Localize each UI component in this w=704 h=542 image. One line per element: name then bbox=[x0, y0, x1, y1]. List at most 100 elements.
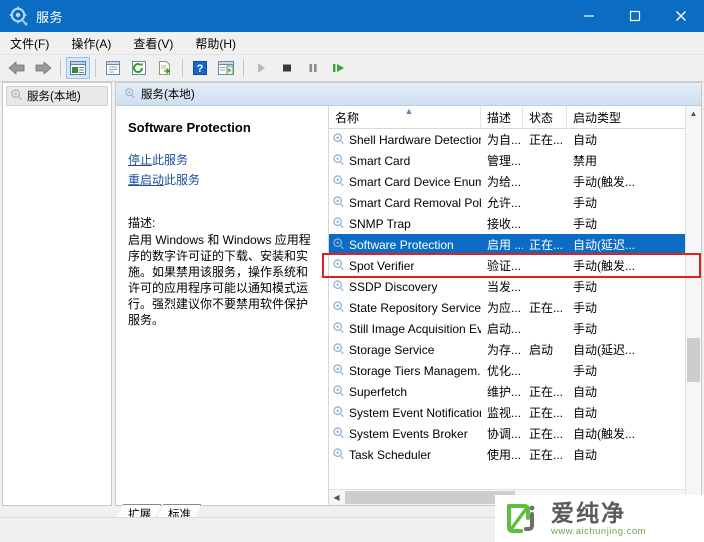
show-hide-tree-icon[interactable] bbox=[66, 57, 90, 79]
menu-help[interactable]: 帮助(H) bbox=[195, 35, 248, 52]
services-window: 服务 文件(F) 操作(A) 查看(V) 帮助(H) ? 服务(本地) 服务(本… bbox=[0, 0, 704, 542]
table-row[interactable]: Smart Card Device Enum... 为给... 手动(触发... bbox=[329, 171, 701, 192]
stop-service-icon[interactable] bbox=[275, 57, 299, 79]
cell-service-name: Smart Card Removal Poli... bbox=[329, 195, 481, 211]
cell-description: 允许... bbox=[487, 196, 522, 210]
table-row[interactable]: Storage Service 为存... 启动 自动(延迟... bbox=[329, 339, 701, 360]
back-icon[interactable] bbox=[5, 57, 29, 79]
cell-service-name: Still Image Acquisition Ev... bbox=[329, 321, 481, 337]
cell-status: 正在... bbox=[529, 385, 564, 399]
service-name-label: SNMP Trap bbox=[349, 216, 411, 231]
column-header-startup-type[interactable]: 启动类型 bbox=[567, 106, 637, 128]
start-service-icon[interactable] bbox=[249, 57, 273, 79]
table-row[interactable]: Smart Card 管理... 禁用 bbox=[329, 150, 701, 171]
services-gear-icon bbox=[332, 300, 345, 316]
restart-service-link[interactable]: 重启动此服务 bbox=[128, 171, 318, 188]
table-row[interactable]: SNMP Trap 接收... 手动 bbox=[329, 213, 701, 234]
cell-description: 优化... bbox=[487, 364, 522, 378]
cell-startup-type: 手动 bbox=[573, 280, 598, 294]
watermark-text: 爱纯净 www.aichunjing.com bbox=[551, 501, 646, 537]
refresh-icon[interactable] bbox=[127, 57, 151, 79]
services-gear-icon bbox=[332, 363, 345, 379]
table-row[interactable]: Spot Verifier 验证... 手动(触发... bbox=[329, 255, 701, 276]
scroll-left-icon[interactable]: ◀ bbox=[329, 493, 344, 502]
menu-action[interactable]: 操作(A) bbox=[71, 35, 123, 52]
vertical-scrollbar[interactable]: ▲ ▼ bbox=[685, 106, 701, 505]
table-row[interactable]: System Event Notification... 监视... 正在... 自动 bbox=[329, 402, 701, 423]
tree-node-services-local[interactable]: 服务(本地) bbox=[6, 86, 108, 106]
show-action-pane-icon[interactable] bbox=[214, 57, 238, 79]
cell-startup-type: 自动(延迟... bbox=[573, 343, 635, 357]
cell-service-name: SSDP Discovery bbox=[329, 279, 481, 295]
service-name-label: Still Image Acquisition Ev... bbox=[349, 321, 481, 336]
cell-description: 为自... bbox=[487, 133, 522, 147]
pane-header-label: 服务(本地) bbox=[141, 89, 195, 101]
service-name-label: Spot Verifier bbox=[349, 258, 415, 273]
column-header-name[interactable]: 名称 ▲ bbox=[329, 106, 481, 128]
table-row[interactable]: Shell Hardware Detection 为自... 正在... 自动 bbox=[329, 129, 701, 150]
table-row[interactable]: Still Image Acquisition Ev... 启动... 手动 bbox=[329, 318, 701, 339]
cell-startup-type: 手动 bbox=[573, 364, 598, 378]
vertical-scroll-thumb[interactable] bbox=[687, 338, 700, 382]
cell-service-name: Task Scheduler bbox=[329, 447, 481, 463]
table-row[interactable]: Storage Tiers Managem... 优化... 手动 bbox=[329, 360, 701, 381]
cell-service-name: System Events Broker bbox=[329, 426, 481, 442]
stop-service-link[interactable]: 停止此服务 bbox=[128, 151, 318, 168]
menu-view[interactable]: 查看(V) bbox=[133, 35, 185, 52]
horizontal-scroll-thumb[interactable] bbox=[345, 491, 515, 504]
services-gear-icon bbox=[332, 321, 345, 337]
column-header-description[interactable]: 描述 bbox=[481, 106, 523, 128]
content-area: 服务(本地) 服务(本地) Software Protection 停止此服务 … bbox=[0, 82, 704, 542]
scroll-up-icon[interactable]: ▲ bbox=[686, 106, 701, 121]
cell-description: 维护... bbox=[487, 385, 522, 399]
services-gear-icon bbox=[332, 153, 345, 169]
services-gear-icon bbox=[332, 195, 345, 211]
sort-ascending-icon: ▲ bbox=[404, 106, 414, 116]
help-icon[interactable]: ? bbox=[188, 57, 212, 79]
properties-icon[interactable] bbox=[101, 57, 125, 79]
minimize-button[interactable] bbox=[566, 0, 612, 32]
service-name-label: Shell Hardware Detection bbox=[349, 132, 481, 147]
service-name-label: Task Scheduler bbox=[349, 447, 432, 462]
forward-icon[interactable] bbox=[31, 57, 55, 79]
watermark-brand: 爱纯净 bbox=[551, 499, 626, 526]
cell-description: 验证... bbox=[487, 259, 522, 273]
window-controls bbox=[566, 0, 704, 32]
service-name-label: SSDP Discovery bbox=[349, 279, 438, 294]
service-name-label: State Repository Service bbox=[349, 300, 481, 315]
table-row[interactable]: Task Scheduler 使用... 正在... 自动 bbox=[329, 444, 701, 465]
close-button[interactable] bbox=[658, 0, 704, 32]
list-header: 名称 ▲ 描述 状态 启动类型 bbox=[329, 106, 701, 129]
restart-link-underline: 重启动 bbox=[128, 173, 165, 187]
cell-status: 正在... bbox=[529, 133, 564, 147]
toolbar-separator bbox=[243, 59, 244, 77]
menu-bar: 文件(F) 操作(A) 查看(V) 帮助(H) bbox=[0, 32, 704, 55]
services-gear-icon bbox=[332, 384, 345, 400]
table-row[interactable]: State Repository Service 为应... 正在... 手动 bbox=[329, 297, 701, 318]
column-header-status[interactable]: 状态 bbox=[523, 106, 567, 128]
table-row[interactable]: Smart Card Removal Poli... 允许... 手动 bbox=[329, 192, 701, 213]
maximize-button[interactable] bbox=[612, 0, 658, 32]
pause-service-icon[interactable] bbox=[301, 57, 325, 79]
table-row[interactable]: Software Protection 启用 ... 正在... 自动(延迟... bbox=[329, 234, 701, 255]
table-row[interactable]: SSDP Discovery 当发... 手动 bbox=[329, 276, 701, 297]
service-name-label: Superfetch bbox=[349, 384, 408, 399]
cell-startup-type: 自动(触发... bbox=[573, 427, 635, 441]
cell-status: 启动 bbox=[529, 343, 554, 357]
table-row[interactable]: Superfetch 维护... 正在... 自动 bbox=[329, 381, 701, 402]
svg-text:?: ? bbox=[197, 63, 204, 75]
title-bar: 服务 bbox=[0, 0, 704, 32]
column-header-description-label: 描述 bbox=[487, 110, 512, 125]
cell-service-name: Storage Tiers Managem... bbox=[329, 363, 481, 379]
menu-file[interactable]: 文件(F) bbox=[10, 35, 61, 52]
cell-service-name: SNMP Trap bbox=[329, 216, 481, 232]
stop-link-underline: 停止 bbox=[128, 153, 153, 167]
table-row[interactable]: System Events Broker 协调... 正在... 自动(触发... bbox=[329, 423, 701, 444]
cell-service-name: Software Protection bbox=[329, 237, 481, 253]
cell-startup-type: 手动(触发... bbox=[573, 175, 635, 189]
cell-startup-type: 手动 bbox=[573, 196, 598, 210]
service-name-label: Software Protection bbox=[349, 237, 454, 252]
export-list-icon[interactable] bbox=[153, 57, 177, 79]
cell-description: 使用... bbox=[487, 448, 522, 462]
restart-service-icon[interactable] bbox=[327, 57, 351, 79]
